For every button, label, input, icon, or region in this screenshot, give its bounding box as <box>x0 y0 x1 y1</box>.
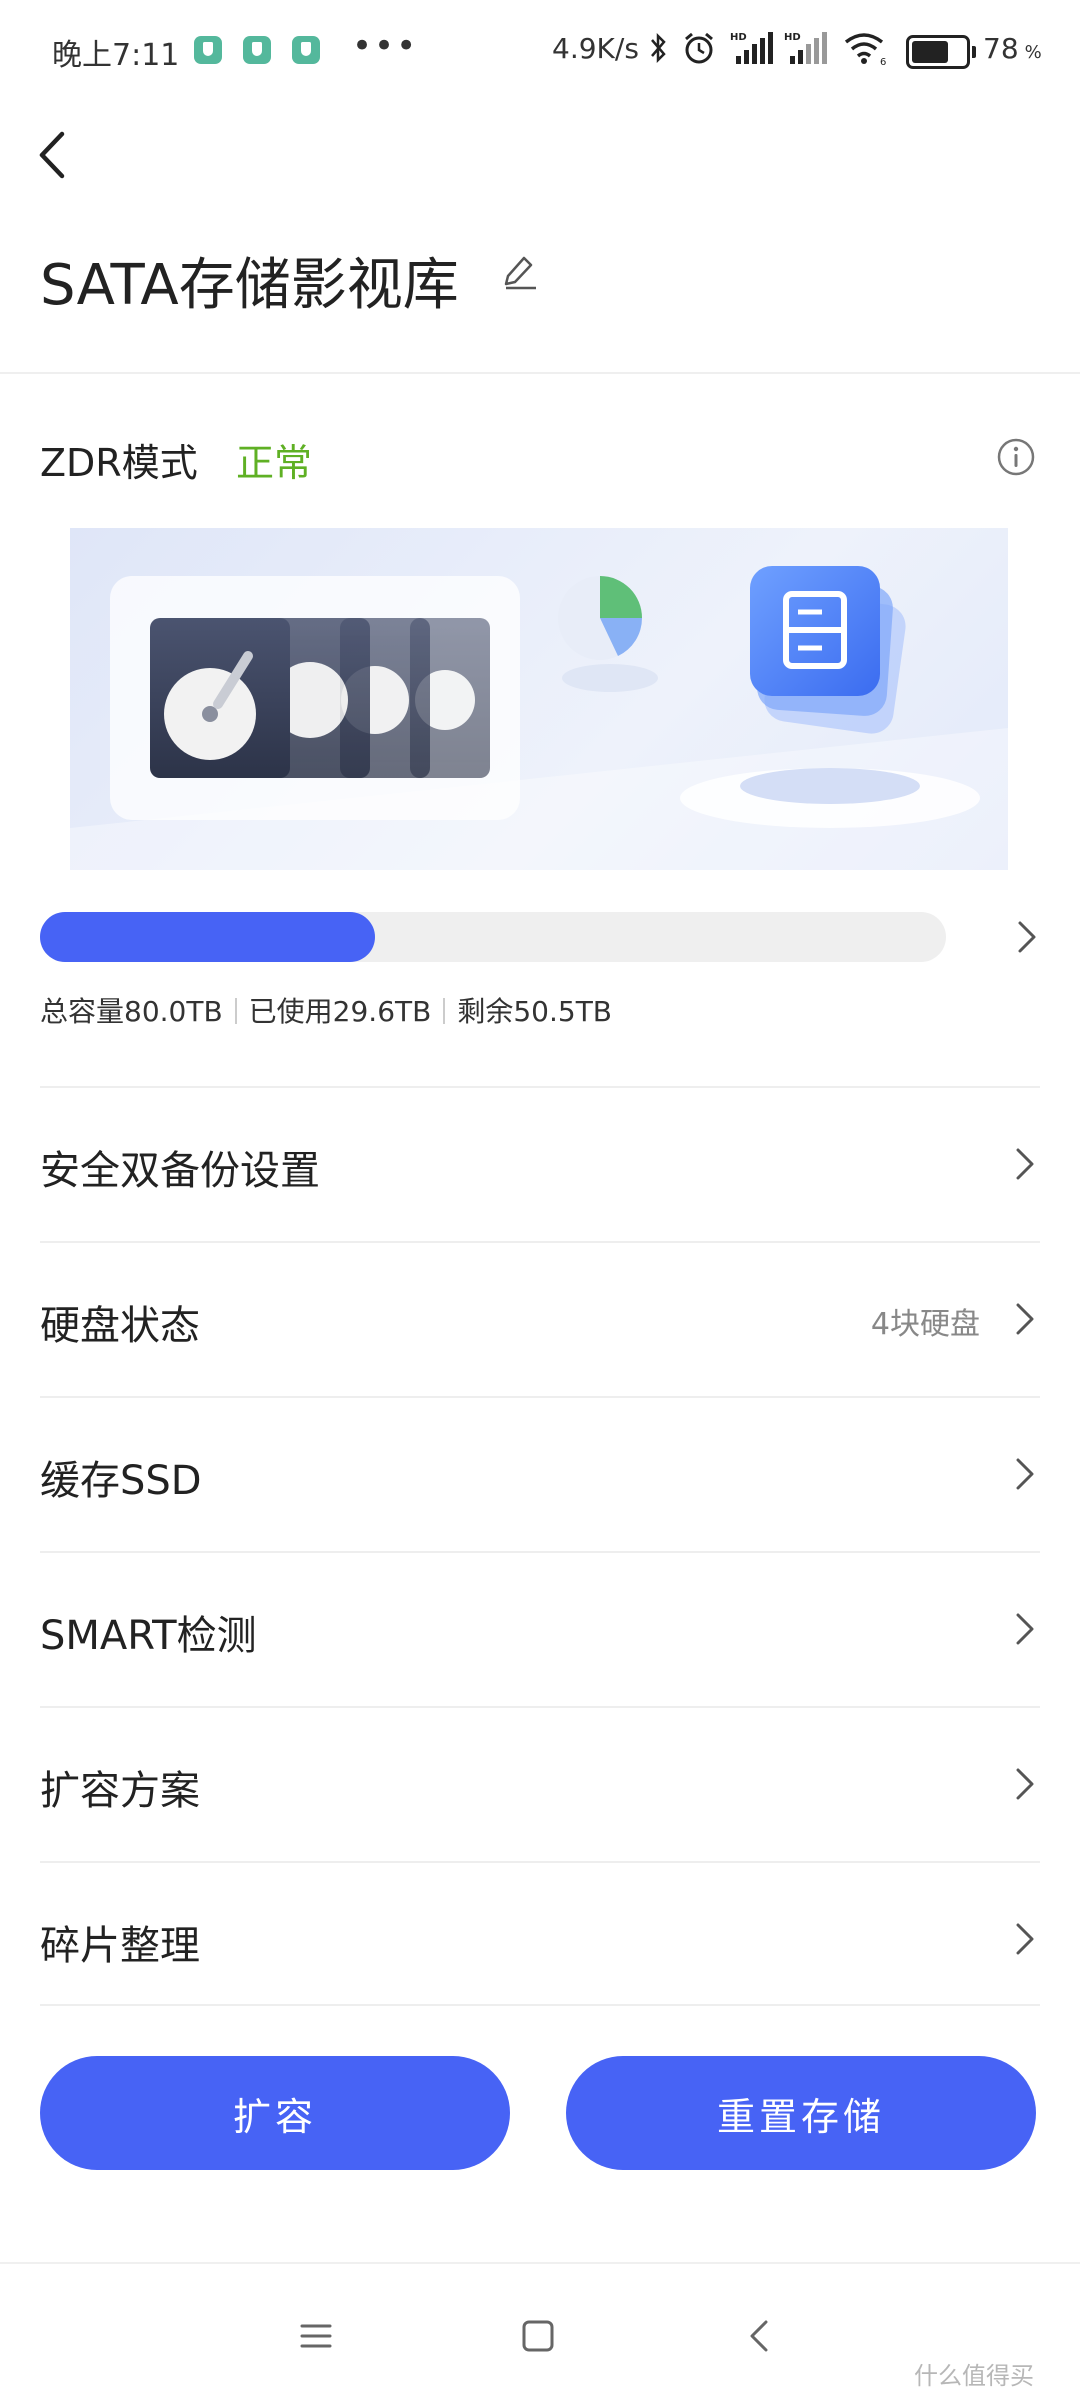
shield-icon <box>292 36 320 64</box>
expand-button[interactable]: 扩容 <box>40 2056 510 2170</box>
reset-storage-button[interactable]: 重置存储 <box>566 2056 1036 2170</box>
svg-text:HD: HD <box>730 32 747 43</box>
list-item-expansion-plan[interactable]: 扩容方案 <box>40 1706 1040 1861</box>
zdr-status: 正常 <box>236 441 313 485</box>
home-icon[interactable] <box>518 2316 558 2356</box>
stat-separator <box>234 998 237 1024</box>
menu-icon[interactable] <box>296 2316 336 2356</box>
capacity-progress-bar[interactable] <box>40 912 946 962</box>
header-divider <box>0 372 1080 374</box>
chevron-right-icon[interactable] <box>1012 919 1042 955</box>
used-capacity: 已使用29.6TB <box>248 995 432 1028</box>
svg-text:6: 6 <box>880 57 886 66</box>
signal-hd-icon: HD <box>730 32 773 64</box>
list-item-label: 缓存SSD <box>40 1458 202 1504</box>
disk-count: 4块硬盘 <box>870 1307 980 1342</box>
nav-divider <box>0 2262 1080 2264</box>
more-notifications-icon: ••• <box>352 26 419 66</box>
info-icon[interactable] <box>996 437 1036 477</box>
shield-icon <box>194 36 222 64</box>
status-time: 晚上7:11 <box>52 38 180 73</box>
list-item-label: 碎片整理 <box>40 1923 200 1969</box>
stat-separator <box>443 998 446 1024</box>
list-item-label: 硬盘状态 <box>40 1303 200 1349</box>
battery-icon <box>906 35 976 69</box>
settings-list: 安全双备份设置 硬盘状态 4块硬盘 缓存SSD SMART检测 扩容方案 碎片整… <box>40 1086 1040 2016</box>
back-icon[interactable] <box>740 2316 780 2356</box>
signal-hd-icon: HD <box>784 32 827 64</box>
list-divider <box>40 2004 1040 2006</box>
svg-text:HD: HD <box>784 32 801 43</box>
battery-percent: 78 <box>983 32 1019 65</box>
list-item-label: 安全双备份设置 <box>40 1148 320 1194</box>
watermark: 什么值得买 <box>914 2362 1034 2390</box>
chevron-right-icon <box>1016 1923 1034 1955</box>
capacity-stats: 总容量80.0TB 已使用29.6TB 剩余50.5TB <box>40 990 612 1030</box>
chevron-right-icon <box>1016 1613 1034 1645</box>
list-item-label: 扩容方案 <box>40 1768 200 1814</box>
zdr-mode-label: ZDR模式 <box>40 441 198 485</box>
chevron-right-icon <box>1016 1458 1034 1490</box>
chevron-right-icon <box>1016 1148 1034 1180</box>
page-title: SATA存储影视库 <box>40 253 459 318</box>
status-bar: 晚上7:11 ••• 4.9K/s HD HD 6 78% <box>0 0 1080 100</box>
list-item-dual-backup[interactable]: 安全双备份设置 <box>40 1086 1040 1241</box>
list-item-disk-status[interactable]: 硬盘状态 4块硬盘 <box>40 1241 1040 1396</box>
bluetooth-icon <box>651 32 666 64</box>
network-speed: 4.9K/s <box>552 32 639 65</box>
percent-sign: % <box>1024 42 1042 63</box>
list-item-cache-ssd[interactable]: 缓存SSD <box>40 1396 1040 1551</box>
chevron-right-icon <box>1016 1303 1034 1335</box>
remaining-capacity: 剩余50.5TB <box>457 995 613 1028</box>
alarm-icon <box>685 32 713 64</box>
chevron-right-icon <box>1016 1768 1034 1800</box>
edit-icon[interactable] <box>500 250 540 290</box>
back-arrow-icon[interactable] <box>30 120 80 190</box>
hard-disk-illustration <box>70 566 1008 870</box>
total-capacity: 总容量80.0TB <box>40 995 223 1028</box>
capacity-used-fill <box>40 912 376 962</box>
list-item-defragment[interactable]: 碎片整理 <box>40 1861 1040 2016</box>
shield-icon <box>243 36 271 64</box>
list-item-label: SMART检测 <box>40 1613 257 1659</box>
storage-illustration <box>70 528 1008 870</box>
list-item-smart-check[interactable]: SMART检测 <box>40 1551 1040 1706</box>
wifi-icon: 6 <box>844 33 886 66</box>
